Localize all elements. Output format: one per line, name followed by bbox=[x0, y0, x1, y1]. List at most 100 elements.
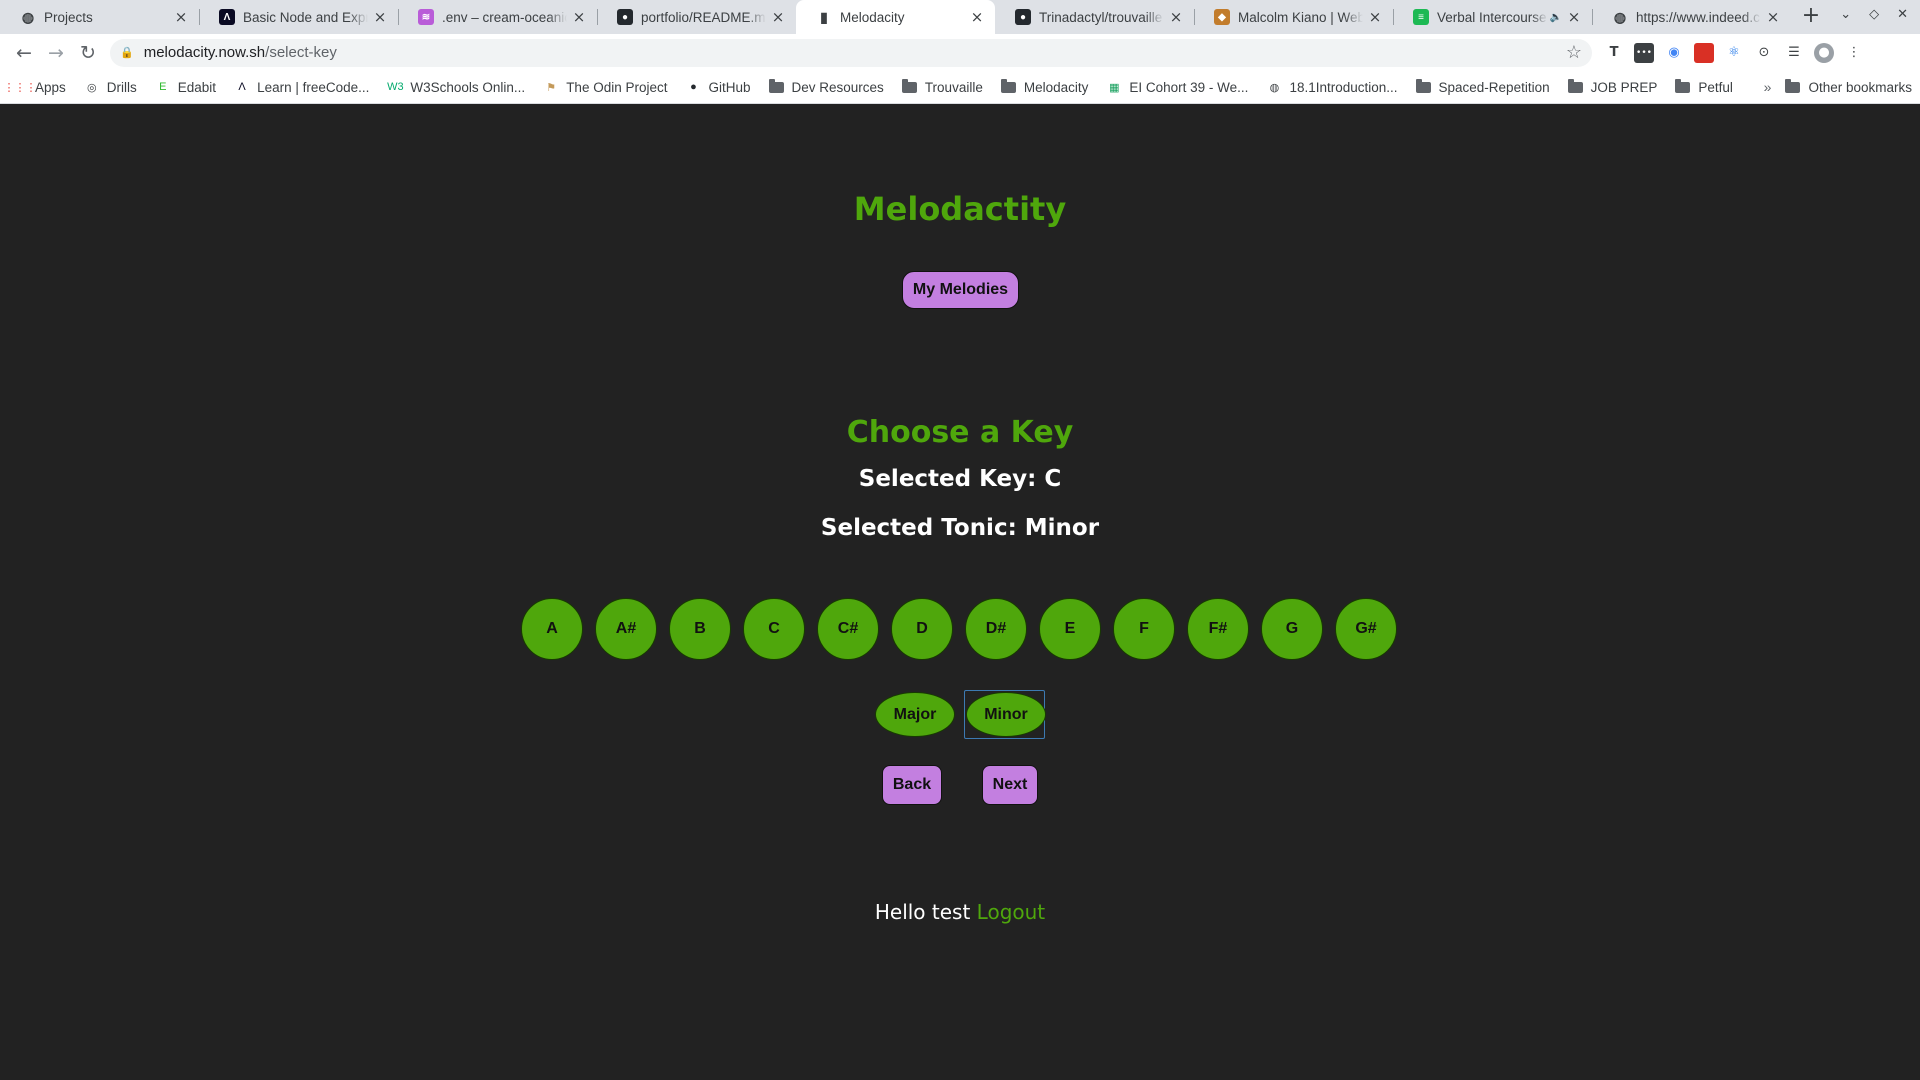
bookmark-item[interactable]: Trouvaille bbox=[901, 78, 983, 95]
key-button[interactable]: C# bbox=[817, 598, 879, 660]
bookmark-label: GitHub bbox=[708, 79, 751, 95]
globe-icon: ◍ bbox=[21, 8, 35, 25]
browser-tab[interactable]: ≡ Verbal Intercourse 🔈 × bbox=[1393, 0, 1592, 34]
tab-search-icon[interactable]: ⌄ bbox=[1840, 7, 1851, 22]
bookmarks-bar: ⋮⋮⋮ Apps ◎ Drills E Edabit Λ Learn | freeCode..… bbox=[0, 71, 1920, 104]
profile-avatar-icon[interactable]: ● bbox=[1814, 42, 1834, 63]
key-button[interactable]: E bbox=[1039, 598, 1101, 660]
key-button[interactable]: G# bbox=[1335, 598, 1397, 660]
close-tab-icon[interactable]: × bbox=[571, 9, 587, 25]
browser-tab[interactable]: ● Trinadactyl/trouvaille × bbox=[995, 0, 1194, 34]
folder-icon bbox=[1675, 78, 1691, 93]
browser-tab[interactable]: ◆ Malcolm Kiano | Web × bbox=[1194, 0, 1393, 34]
key-button[interactable]: G bbox=[1261, 598, 1323, 660]
bookmark-label: Learn | freeCode... bbox=[257, 79, 370, 95]
close-window-icon[interactable]: ✕ bbox=[1897, 7, 1908, 22]
close-tab-icon[interactable]: × bbox=[1566, 9, 1582, 25]
selected-tonic-text: Selected Tonic: Minor bbox=[820, 515, 1100, 541]
close-tab-icon[interactable]: × bbox=[372, 9, 388, 25]
reload-button[interactable]: ↻ bbox=[72, 37, 104, 69]
key-button[interactable]: D bbox=[891, 598, 953, 660]
key-button[interactable]: D# bbox=[965, 598, 1027, 660]
browser-tab[interactable]: ▮ Melodacity × bbox=[796, 0, 995, 34]
bookmark-item[interactable]: Dev Resources bbox=[768, 78, 884, 95]
glitch-icon: ≋ bbox=[418, 9, 434, 25]
bookmark-label: Apps bbox=[35, 79, 66, 95]
bookmark-item[interactable]: Petful bbox=[1675, 78, 1733, 95]
logout-link[interactable]: Logout bbox=[977, 900, 1045, 924]
close-tab-icon[interactable]: × bbox=[1765, 9, 1781, 25]
speaker-icon[interactable]: 🔈 bbox=[1550, 12, 1562, 23]
folder-icon bbox=[1785, 78, 1801, 93]
key-button[interactable]: A bbox=[521, 598, 583, 660]
bookmark-item[interactable]: ⚑ The Odin Project bbox=[543, 79, 667, 95]
key-button[interactable]: B bbox=[669, 598, 731, 660]
bookmark-item[interactable]: ● GitHub bbox=[685, 79, 750, 95]
bookmark-item[interactable]: JOB PREP bbox=[1567, 78, 1657, 95]
choose-key-heading: Choose a Key bbox=[846, 415, 1074, 450]
my-melodies-button[interactable]: My Melodies bbox=[902, 271, 1019, 309]
apps-grid-icon: ⋮⋮⋮ bbox=[3, 81, 37, 94]
chrome-menu-icon[interactable]: ⋮ bbox=[1844, 43, 1864, 63]
address-bar[interactable]: 🔒 melodacity.now.sh/select-key ☆ bbox=[110, 38, 1592, 67]
extension-icon-2[interactable]: ••• bbox=[1634, 42, 1654, 63]
portfolio-icon: ◆ bbox=[1214, 9, 1230, 25]
sheets-icon: ▦ bbox=[1109, 81, 1120, 94]
bookmark-label: Trouvaille bbox=[924, 79, 983, 95]
bookmark-item[interactable]: Λ Learn | freeCode... bbox=[234, 79, 369, 95]
browser-tab[interactable]: Λ Basic Node and Express× bbox=[199, 0, 398, 34]
bookmark-item[interactable]: ▦ EI Cohort 39 - We... bbox=[1106, 79, 1248, 95]
folder-icon bbox=[768, 78, 784, 93]
key-button[interactable]: F bbox=[1113, 598, 1175, 660]
bookmark-item[interactable]: E Edabit bbox=[155, 79, 216, 95]
new-tab-button[interactable]: + bbox=[1797, 3, 1825, 31]
bookmark-item[interactable]: W3 W3Schools Onlin... bbox=[387, 79, 525, 95]
tab-title: .env – cream-oceanic- bbox=[442, 9, 567, 25]
reading-list-icon[interactable]: ☰ bbox=[1784, 43, 1804, 63]
bookmarks-overflow-icon[interactable]: » bbox=[1764, 79, 1772, 95]
browser-tab[interactable]: ◍ Projects × bbox=[0, 0, 199, 34]
restore-window-icon[interactable]: ◇ bbox=[1869, 7, 1879, 22]
react-devtools-icon[interactable]: ⚛ bbox=[1724, 43, 1744, 63]
bookmark-item[interactable]: Melodacity bbox=[1000, 78, 1088, 95]
minor-button[interactable]: Minor bbox=[966, 692, 1046, 737]
browser-tab[interactable]: ● portfolio/README.md × bbox=[597, 0, 796, 34]
bookmark-item[interactable]: ◎ Drills bbox=[84, 79, 137, 95]
github-icon: ● bbox=[1015, 9, 1031, 25]
next-button[interactable]: Next bbox=[982, 765, 1038, 805]
folder-icon bbox=[1000, 78, 1016, 93]
back-button[interactable]: Back bbox=[882, 765, 942, 805]
tab-title: Malcolm Kiano | Web bbox=[1238, 9, 1363, 25]
back-nav-button[interactable]: ← bbox=[8, 37, 40, 69]
browser-tab[interactable]: ◍ https://www.indeed.c × bbox=[1592, 0, 1791, 34]
browser-tab[interactable]: ≋ .env – cream-oceanic- × bbox=[398, 0, 597, 34]
key-button[interactable]: C bbox=[743, 598, 805, 660]
key-button[interactable]: A# bbox=[595, 598, 657, 660]
extension-icon-1[interactable]: T bbox=[1604, 43, 1624, 63]
close-tab-icon[interactable]: × bbox=[969, 9, 985, 25]
window-controls: ⌄ ◇ ✕ bbox=[1840, 7, 1908, 22]
key-buttons: A A# B C C# D D# E F F# G G# bbox=[521, 598, 1397, 660]
close-tab-icon[interactable]: × bbox=[1367, 9, 1383, 25]
key-button[interactable]: F# bbox=[1187, 598, 1249, 660]
extension-icon-4[interactable] bbox=[1694, 42, 1714, 63]
bookmark-label: Spaced-Repetition bbox=[1438, 79, 1550, 95]
bookmark-item[interactable]: ⋮⋮⋮ Apps bbox=[3, 79, 66, 95]
page-icon: ▮ bbox=[820, 8, 828, 25]
other-bookmarks[interactable]: Other bookmarks bbox=[1785, 78, 1912, 95]
extension-icon-6[interactable]: ⊙ bbox=[1754, 43, 1774, 63]
extension-icon-3[interactable]: ◉ bbox=[1664, 43, 1684, 63]
bookmark-item[interactable]: ◍ 18.1Introduction... bbox=[1266, 79, 1398, 95]
app-brand[interactable]: Melodactity bbox=[0, 190, 1920, 228]
forward-nav-button[interactable]: → bbox=[40, 37, 72, 69]
close-tab-icon[interactable]: × bbox=[1168, 9, 1184, 25]
bookmark-item[interactable]: Spaced-Repetition bbox=[1415, 78, 1550, 95]
close-tab-icon[interactable]: × bbox=[173, 9, 189, 25]
folder-icon bbox=[1567, 78, 1583, 93]
lock-icon[interactable]: 🔒 bbox=[120, 46, 134, 59]
bookmark-label: Petful bbox=[1698, 79, 1733, 95]
bookmark-star-icon[interactable]: ☆ bbox=[1566, 42, 1582, 63]
close-tab-icon[interactable]: × bbox=[770, 9, 786, 25]
bookmark-label: EI Cohort 39 - We... bbox=[1129, 79, 1249, 95]
major-button[interactable]: Major bbox=[875, 692, 955, 737]
